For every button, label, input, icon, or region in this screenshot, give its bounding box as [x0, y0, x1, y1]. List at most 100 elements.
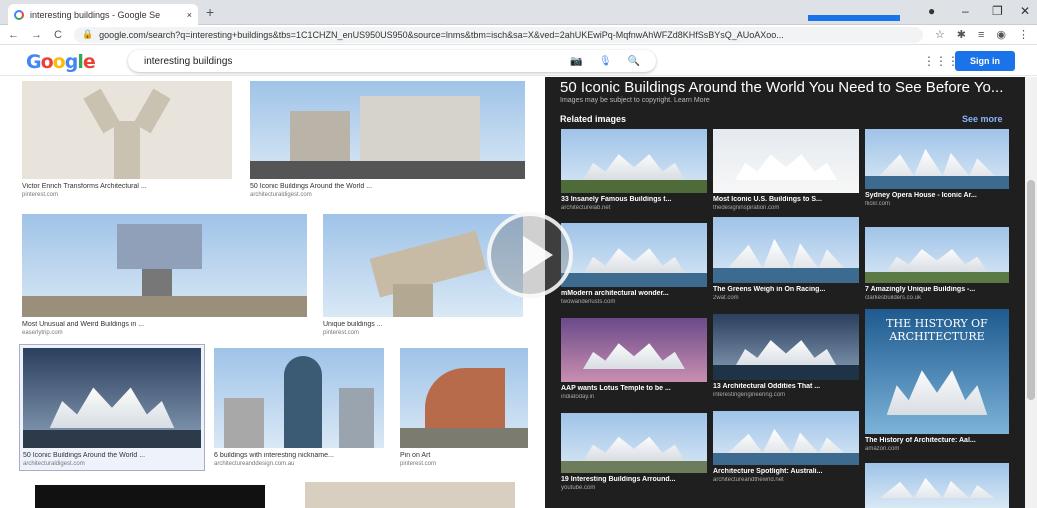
result-tile[interactable]: [305, 482, 515, 508]
related-thumb[interactable]: [865, 129, 1009, 189]
related-source: architecturelab.net: [561, 205, 611, 211]
result-caption: 50 Iconic Buildings Around the World ...: [250, 183, 373, 190]
related-thumb[interactable]: [713, 314, 859, 380]
related-thumb[interactable]: [865, 463, 1009, 508]
related-images-heading: Related images: [560, 114, 627, 124]
related-caption: Most Iconic U.S. Buildings to S...: [713, 196, 822, 203]
google-favicon-icon: [14, 9, 24, 20]
maximize-icon[interactable]: ❐: [992, 4, 1003, 18]
back-icon[interactable]: ←: [8, 29, 19, 41]
google-logo[interactable]: Google: [26, 51, 96, 73]
related-image[interactable]: [865, 463, 1009, 508]
related-image[interactable]: AAP wants Lotus Temple to be ... indiato…: [561, 318, 707, 400]
result-tile[interactable]: 50 Iconic Buildings Around the World ...…: [250, 81, 525, 198]
forward-icon[interactable]: →: [31, 29, 42, 41]
result-caption: Pin on Art: [400, 452, 431, 459]
reload-icon[interactable]: C: [54, 29, 62, 41]
close-tab-icon[interactable]: ×: [187, 10, 192, 20]
related-image[interactable]: The Greens Weigh in On Racing... 2wat.co…: [713, 217, 859, 301]
video-play-button[interactable]: [487, 212, 573, 298]
related-image[interactable]: Sydney Opera House - Iconic Ar... flickr…: [865, 129, 1009, 207]
new-tab-button[interactable]: +: [206, 4, 214, 20]
tab-strip: interesting buildings - Google Se × + ● …: [0, 0, 1037, 25]
copyright-notice: Images may be subject to copyright. Lear…: [560, 97, 710, 104]
related-source: indiatoday.in: [561, 394, 595, 400]
related-image[interactable]: 33 Insanely Famous Buildings t... archit…: [561, 129, 707, 211]
related-caption: The History of Architecture: Aal...: [865, 437, 976, 444]
related-caption: 7 Amazingly Unique Buildings -...: [865, 286, 976, 293]
apps-grid-icon[interactable]: ⋮⋮⋮: [923, 54, 959, 68]
related-caption: mModern architectural wonder...: [561, 290, 669, 297]
related-source: amazon.com: [865, 446, 900, 452]
see-more-link[interactable]: See more: [962, 114, 1003, 124]
related-thumb[interactable]: [561, 223, 707, 287]
result-image[interactable]: [35, 485, 265, 508]
search-box[interactable]: interesting buildings 📷 🎙 🔍: [128, 50, 656, 72]
result-tile[interactable]: Pin on Art pinterest.com: [400, 348, 528, 467]
result-tile[interactable]: Victor Enrich Transforms Architectural .…: [22, 81, 232, 198]
book-cover-thumb[interactable]: THE HISTORY OF ARCHITECTURE: [865, 309, 1009, 434]
related-thumb[interactable]: [713, 411, 859, 465]
related-caption: AAP wants Lotus Temple to be ...: [561, 385, 671, 392]
search-icon[interactable]: 🔍: [628, 56, 640, 67]
result-source: architecturaldigest.com: [250, 192, 312, 198]
result-tile[interactable]: 6 buildings with interesting nickname...…: [214, 348, 384, 467]
related-thumb[interactable]: [561, 413, 707, 473]
scrollbar-thumb[interactable]: [1027, 180, 1035, 400]
related-image[interactable]: 7 Amazingly Unique Buildings -... clarke…: [865, 227, 1009, 301]
result-image[interactable]: [250, 81, 525, 179]
browser-tab[interactable]: interesting buildings - Google Se ×: [8, 4, 198, 25]
result-tile[interactable]: Most Unusual and Weird Buildings in ... …: [22, 214, 307, 336]
result-caption: Unique buildings ...: [323, 321, 383, 328]
result-image[interactable]: [400, 348, 528, 448]
mic-icon[interactable]: 🎙: [599, 56, 612, 67]
address-bar-row: ← → C 🔒 google.com/search?q=interesting+…: [0, 25, 1037, 45]
related-image[interactable]: Most Iconic U.S. Buildings to S... thede…: [713, 129, 859, 211]
related-image[interactable]: mModern architectural wonder... twowande…: [561, 223, 707, 305]
related-image[interactable]: Architecture Spotlight: Australi... arch…: [713, 411, 859, 483]
search-input[interactable]: interesting buildings: [144, 56, 554, 67]
download-progress-bar: [808, 15, 900, 21]
related-caption: The Greens Weigh in On Racing...: [713, 286, 826, 293]
result-tile[interactable]: [35, 485, 265, 508]
result-image[interactable]: [22, 81, 232, 179]
related-thumb[interactable]: [713, 129, 859, 193]
close-window-icon[interactable]: ✕: [1020, 4, 1030, 18]
result-image[interactable]: [23, 348, 201, 448]
account-icon[interactable]: ◉: [996, 28, 1006, 41]
related-thumb[interactable]: [865, 227, 1009, 283]
related-image[interactable]: 19 Interesting Buildings Arround... yout…: [561, 413, 707, 491]
result-image[interactable]: [22, 214, 307, 317]
related-caption: Sydney Opera House - Iconic Ar...: [865, 192, 977, 199]
url-field[interactable]: 🔒 google.com/search?q=interesting+buildi…: [73, 26, 923, 43]
result-source: pinterest.com: [22, 192, 59, 198]
result-source: pinterest.com: [400, 461, 437, 467]
related-source: youtube.com: [561, 485, 596, 491]
related-caption: 13 Architectural Oddities That ...: [713, 383, 821, 390]
related-image[interactable]: 13 Architectural Oddities That ... inter…: [713, 314, 859, 398]
related-caption: 33 Insanely Famous Buildings t...: [561, 196, 672, 203]
result-tile-selected[interactable]: 50 Iconic Buildings Around the World ...…: [19, 344, 205, 471]
result-image[interactable]: [305, 482, 515, 508]
preview-title[interactable]: 50 Iconic Buildings Around the World You…: [560, 79, 1022, 96]
sign-in-button[interactable]: Sign in: [955, 51, 1015, 71]
extension-icon[interactable]: ✱: [957, 28, 966, 41]
related-thumb[interactable]: [561, 129, 707, 193]
result-source: easerlytrip.com: [22, 330, 63, 336]
result-caption: 50 Iconic Buildings Around the World ...: [23, 452, 146, 459]
star-icon[interactable]: ☆: [935, 28, 945, 41]
book-cover-title: THE HISTORY OF ARCHITECTURE: [886, 317, 988, 343]
result-caption: 6 buildings with interesting nickname...: [214, 452, 334, 459]
url-text: google.com/search?q=interesting+building…: [99, 29, 784, 40]
camera-icon[interactable]: 📷: [570, 56, 582, 67]
related-thumb[interactable]: [713, 217, 859, 283]
related-image[interactable]: THE HISTORY OF ARCHITECTURE The History …: [865, 309, 1009, 452]
profile-icon[interactable]: ●: [928, 4, 935, 18]
result-caption: Most Unusual and Weird Buildings in ...: [22, 321, 145, 328]
result-image[interactable]: [214, 348, 384, 448]
minimize-icon[interactable]: –: [962, 4, 969, 18]
related-thumb[interactable]: [561, 318, 707, 382]
playlist-icon[interactable]: ≡: [978, 29, 984, 41]
menu-icon[interactable]: ⋮: [1018, 28, 1029, 41]
related-source: thedesigninspiration.com: [713, 205, 780, 211]
